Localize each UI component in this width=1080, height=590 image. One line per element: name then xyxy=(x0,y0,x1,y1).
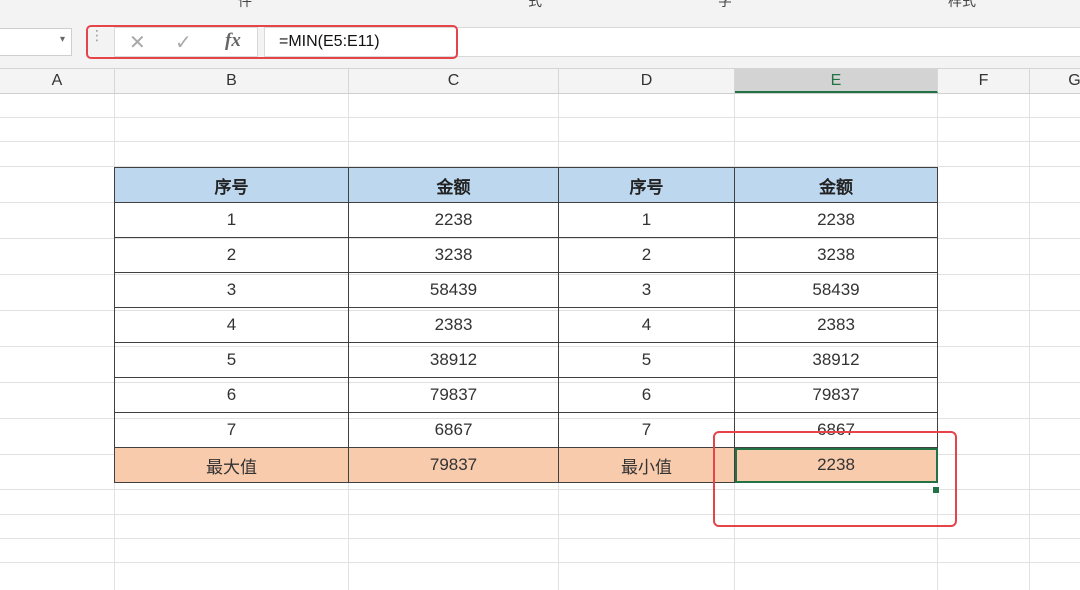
column-headers: A B C D E F G xyxy=(0,69,1080,94)
ribbon-tab-fragment[interactable]: 样式 xyxy=(948,0,976,11)
table-cell[interactable]: 38912 xyxy=(348,342,559,378)
max-value-cell[interactable]: 79837 xyxy=(348,447,559,483)
table-row: 4 2383 4 2383 xyxy=(114,307,938,343)
table-cell[interactable]: 2 xyxy=(558,237,735,273)
ribbon-tab-fragment[interactable]: 式 xyxy=(528,0,542,11)
table-cell[interactable]: 3238 xyxy=(734,237,938,273)
table-cell[interactable]: 58439 xyxy=(734,272,938,308)
table-cell[interactable]: 1 xyxy=(558,202,735,238)
table-cell[interactable]: 5 xyxy=(114,342,349,378)
table-cell[interactable]: 79837 xyxy=(734,377,938,413)
column-header-c[interactable]: C xyxy=(349,69,559,93)
table-row: 1 2238 1 2238 xyxy=(114,202,938,238)
table-cell[interactable]: 6 xyxy=(114,377,349,413)
table-cell[interactable]: 6 xyxy=(558,377,735,413)
highlight-box-cell xyxy=(713,431,957,527)
min-label-cell[interactable]: 最小值 xyxy=(558,447,735,483)
table-header-row: 序号 金额 序号 金额 xyxy=(114,167,938,203)
table-row: 5 38912 5 38912 xyxy=(114,342,938,378)
header-cell[interactable]: 金额 xyxy=(348,167,559,203)
table-cell[interactable]: 3238 xyxy=(348,237,559,273)
table-cell[interactable]: 4 xyxy=(114,307,349,343)
table-cell[interactable]: 58439 xyxy=(348,272,559,308)
table-cell[interactable]: 2383 xyxy=(734,307,938,343)
column-header-f[interactable]: F xyxy=(938,69,1030,93)
header-cell[interactable]: 序号 xyxy=(114,167,349,203)
ribbon-strip: 件 式 字 样式 xyxy=(0,0,1080,23)
table-cell[interactable]: 2238 xyxy=(734,202,938,238)
ribbon-tab-fragment[interactable]: 字 xyxy=(718,0,732,11)
highlight-box-formula xyxy=(86,25,458,59)
table-cell[interactable]: 79837 xyxy=(348,377,559,413)
table-cell[interactable]: 2 xyxy=(114,237,349,273)
table-row: 6 79837 6 79837 xyxy=(114,377,938,413)
column-header-d[interactable]: D xyxy=(559,69,735,93)
chevron-down-icon[interactable]: ▾ xyxy=(60,34,65,45)
table-cell[interactable]: 7 xyxy=(558,412,735,448)
table-cell[interactable]: 3 xyxy=(558,272,735,308)
table-cell[interactable]: 2238 xyxy=(348,202,559,238)
table-cell[interactable]: 4 xyxy=(558,307,735,343)
table-cell[interactable]: 38912 xyxy=(734,342,938,378)
column-header-e[interactable]: E xyxy=(735,69,938,93)
table-row: 3 58439 3 58439 xyxy=(114,272,938,308)
column-header-g[interactable]: G xyxy=(1030,69,1080,93)
table-cell[interactable]: 7 xyxy=(114,412,349,448)
table-cell[interactable]: 5 xyxy=(558,342,735,378)
table-cell[interactable]: 3 xyxy=(114,272,349,308)
header-cell[interactable]: 序号 xyxy=(558,167,735,203)
name-box[interactable]: ▾ xyxy=(0,28,72,56)
max-label-cell[interactable]: 最大值 xyxy=(114,447,349,483)
column-header-a[interactable]: A xyxy=(0,69,115,93)
header-cell[interactable]: 金额 xyxy=(734,167,938,203)
table-row: 2 3238 2 3238 xyxy=(114,237,938,273)
column-header-b[interactable]: B xyxy=(115,69,349,93)
table-cell[interactable]: 2383 xyxy=(348,307,559,343)
ribbon-tab-fragment[interactable]: 件 xyxy=(238,0,252,11)
table-cell[interactable]: 6867 xyxy=(348,412,559,448)
table-cell[interactable]: 1 xyxy=(114,202,349,238)
